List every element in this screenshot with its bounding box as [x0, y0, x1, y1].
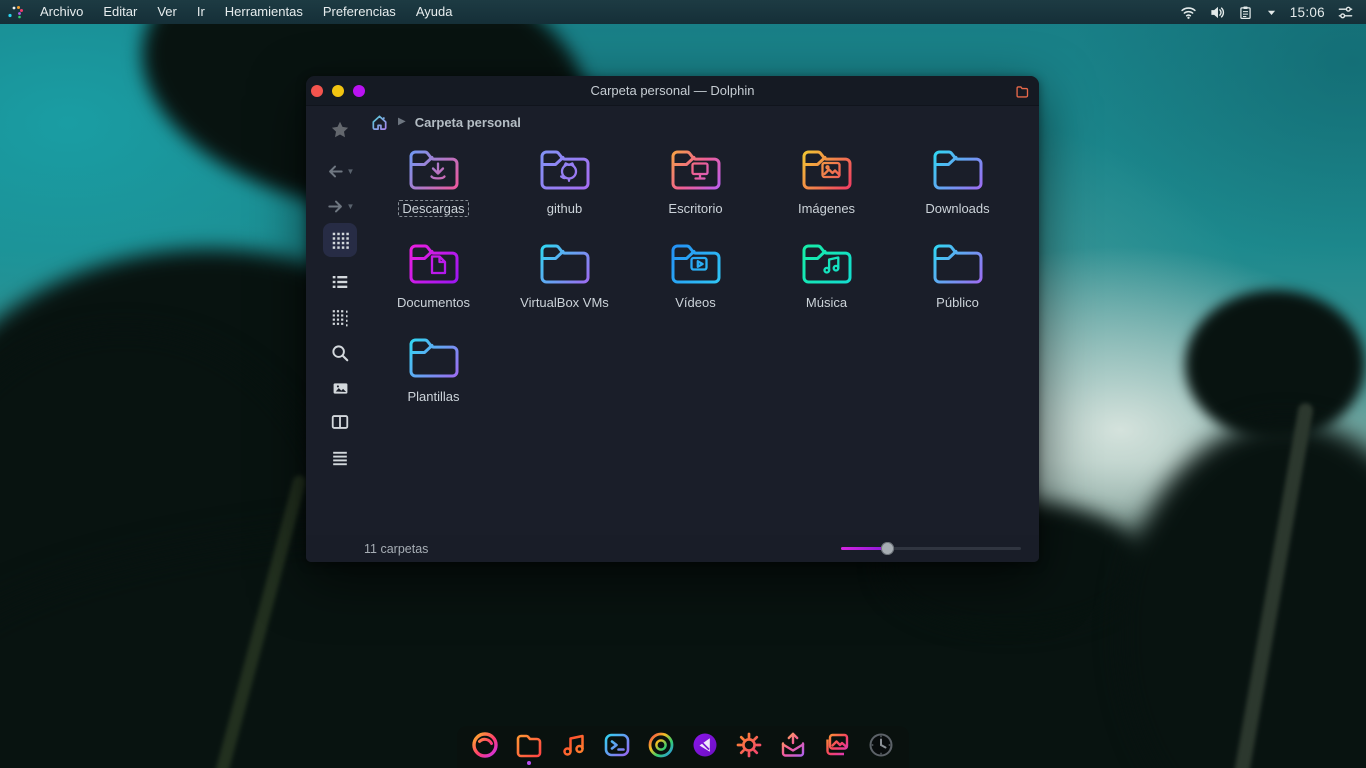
- menubar-items: Archivo Editar Ver Ir Herramientas Preferenci…: [30, 0, 462, 24]
- sidebar-search-button[interactable]: [323, 336, 357, 370]
- folder-label: Documentos: [397, 295, 470, 310]
- sidebar-favorites-button[interactable]: [323, 113, 357, 147]
- folder-item-plantillas[interactable]: Plantillas: [373, 326, 495, 420]
- folder-label: VirtualBox VMs: [520, 295, 609, 310]
- dock: [457, 726, 909, 768]
- folder-item-videos[interactable]: Vídeos: [635, 232, 757, 326]
- dock-chrome-icon[interactable]: [646, 730, 676, 760]
- breadcrumb-home-icon[interactable]: [370, 113, 389, 132]
- maximize-button[interactable]: [353, 85, 365, 97]
- dropdown-arrow-icon[interactable]: ▼: [347, 202, 355, 211]
- dock-terminal-icon[interactable]: [602, 730, 632, 760]
- dolphin-window: Carpeta personal — Dolphin ▶ Carpeta per…: [306, 76, 1039, 562]
- dock-clock-icon[interactable]: [866, 730, 896, 760]
- zoom-slider-knob[interactable]: [881, 542, 894, 555]
- folder-icon: [402, 143, 466, 200]
- dock-firefox-icon[interactable]: [470, 730, 500, 760]
- folder-label: Escritorio: [668, 201, 723, 216]
- sidebar-back-button[interactable]: ▼: [323, 154, 357, 188]
- folder-label: Plantillas: [407, 389, 460, 404]
- folder-icon: [926, 237, 990, 294]
- folder-item-descargas[interactable]: Descargas: [373, 138, 495, 232]
- folder-icon: [402, 237, 466, 294]
- close-button[interactable]: [311, 85, 323, 97]
- dock-mail-icon[interactable]: [778, 730, 808, 760]
- breadcrumb-separator-icon: ▶: [398, 116, 406, 127]
- statusbar-text: 11 carpetas: [364, 541, 429, 556]
- folder-label: Música: [805, 295, 848, 310]
- folder-label: Vídeos: [675, 295, 716, 310]
- folder-icon: [664, 237, 728, 294]
- folder-item-github[interactable]: github: [504, 138, 626, 232]
- dolphin-app-icon: [1015, 84, 1030, 99]
- wifi-icon[interactable]: [1180, 4, 1197, 21]
- zoom-slider[interactable]: [841, 541, 1021, 556]
- folder-icon: [926, 143, 990, 200]
- zoom-slider-track[interactable]: [841, 547, 1021, 550]
- menu-item-herramientas[interactable]: Herramientas: [215, 0, 313, 24]
- folder-item-publico[interactable]: Público: [897, 232, 1019, 326]
- folder-icon: [795, 237, 859, 294]
- statusbar: 11 carpetas: [306, 535, 1039, 562]
- folder-label: Imágenes: [797, 201, 856, 216]
- folder-item-virtualbox-vms[interactable]: VirtualBox VMs: [504, 232, 626, 326]
- menu-item-editar[interactable]: Editar: [93, 0, 147, 24]
- folder-label: Público: [936, 295, 979, 310]
- sidebar-view-details-button[interactable]: [323, 265, 357, 299]
- breadcrumb: ▶ Carpeta personal: [370, 109, 521, 135]
- folder-item-documentos[interactable]: Documentos: [373, 232, 495, 326]
- dock-photos-icon[interactable]: [822, 730, 852, 760]
- folder-item-imagenes[interactable]: Imágenes: [766, 138, 888, 232]
- volume-icon[interactable]: [1209, 4, 1226, 21]
- folder-label: Descargas: [398, 200, 469, 217]
- tweaks-icon[interactable]: [1337, 4, 1354, 21]
- sidebar-view-compact-button[interactable]: [323, 300, 357, 334]
- dropdown-arrow-icon[interactable]: ▼: [347, 167, 355, 176]
- clipboard-icon[interactable]: [1238, 5, 1253, 20]
- folder-item-downloads[interactable]: Downloads: [897, 138, 1019, 232]
- folder-label: Downloads: [925, 201, 990, 216]
- folder-icon: [402, 331, 466, 388]
- folder-label: github: [546, 201, 583, 216]
- window-title: Carpeta personal — Dolphin: [590, 83, 755, 98]
- menu-item-archivo[interactable]: Archivo: [30, 0, 93, 24]
- menu-item-preferencias[interactable]: Preferencias: [313, 0, 406, 24]
- chevron-down-icon[interactable]: [1265, 6, 1278, 19]
- folder-item-escritorio[interactable]: Escritorio: [635, 138, 757, 232]
- folder-icon: [533, 237, 597, 294]
- traffic-lights: [311, 76, 365, 106]
- folder-icon: [664, 143, 728, 200]
- sidebar-preview-button[interactable]: [323, 371, 357, 405]
- folder-grid: Descargas github Escritorio Imágenes Downloa…: [368, 138, 1023, 420]
- folder-icon: [533, 143, 597, 200]
- sidebar-view-icons-button[interactable]: [323, 223, 357, 257]
- folder-item-musica[interactable]: Música: [766, 232, 888, 326]
- tree-silhouette: [1185, 290, 1365, 440]
- system-tray: 15:06: [1180, 4, 1354, 21]
- minimize-button[interactable]: [332, 85, 344, 97]
- breadcrumb-location[interactable]: Carpeta personal: [415, 115, 521, 130]
- dock-settings-icon[interactable]: [734, 730, 764, 760]
- global-menubar: Archivo Editar Ver Ir Herramientas Preferenci…: [0, 0, 1366, 24]
- dock-vscode-icon[interactable]: [690, 730, 720, 760]
- clock[interactable]: 15:06: [1290, 5, 1325, 20]
- sidebar-forward-button[interactable]: ▼: [323, 189, 357, 223]
- folder-icon: [795, 143, 859, 200]
- zoom-slider-fill: [841, 547, 886, 550]
- menu-item-ir[interactable]: Ir: [187, 0, 215, 24]
- titlebar[interactable]: Carpeta personal — Dolphin: [306, 76, 1039, 106]
- dock-music-icon[interactable]: [558, 730, 588, 760]
- menu-item-ayuda[interactable]: Ayuda: [406, 0, 463, 24]
- sidebar-split-view-button[interactable]: [323, 405, 357, 439]
- distro-logo-icon[interactable]: [6, 3, 26, 21]
- dock-files-icon[interactable]: [514, 730, 544, 760]
- sidebar-menu-button[interactable]: [323, 441, 357, 475]
- menu-item-ver[interactable]: Ver: [147, 0, 187, 24]
